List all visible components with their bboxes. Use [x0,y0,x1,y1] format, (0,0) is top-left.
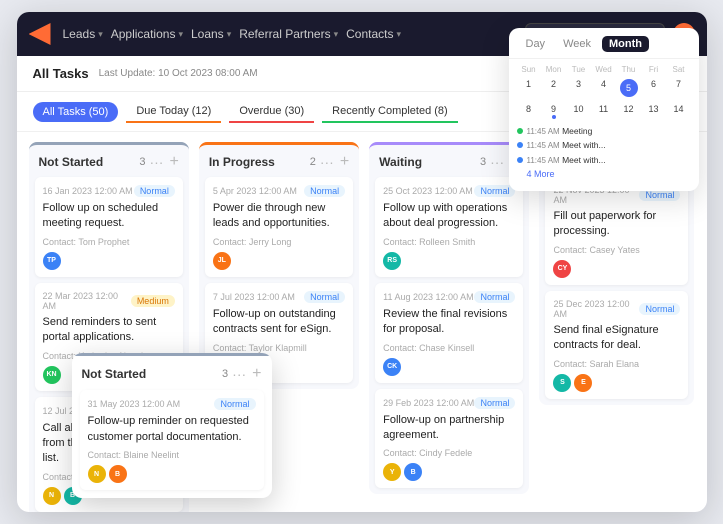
avatar: RS [383,252,401,270]
col-menu-icon[interactable]: ··· [232,366,246,382]
task-card: 25 Dec 2023 12:00 AMNormal Send final eS… [545,291,688,399]
event-dot [517,142,523,148]
avatar: N [43,487,61,505]
calendar-popup: Day Week Month Sun Mon Tue Wed Thu Fri S… [509,28,699,191]
tab-overdue[interactable]: Overdue (30) [229,101,314,123]
event-dot [517,157,523,163]
avatar: N [88,465,106,483]
tab-day[interactable]: Day [519,36,553,52]
cal-cell[interactable]: 12 [617,101,641,122]
chevron-down-icon: ▾ [227,29,232,40]
cal-cell[interactable]: 7 [667,76,691,100]
tab-due-today[interactable]: Due Today (12) [126,101,221,123]
calendar-grid: 1 2 3 4 5 6 7 8 9 10 11 12 13 14 [509,76,699,122]
task-card: 31 May 2023 12:00 AMNormal Follow-up rem… [80,390,264,490]
nav-contacts[interactable]: Contacts ▾ [346,27,401,41]
tab-week[interactable]: Week [556,36,598,52]
cal-cell[interactable]: 1 [517,76,541,100]
avatar: B [404,463,422,481]
calendar-day-labels: Sun Mon Tue Wed Thu Fri Sat [509,59,699,76]
chevron-down-icon: ▾ [334,29,339,40]
cal-event: 11:45 AM Meet with... [517,155,691,166]
day-label: Thu [617,65,641,74]
task-card: 29 Feb 2023 12:00 AMNormal Follow-up on … [375,389,523,489]
avatar: S [553,374,571,392]
col-menu-icon[interactable]: ··· [320,154,334,170]
avatar: E [574,374,592,392]
floating-not-started-card: Not Started 3 ··· + 31 May 2023 12:00 AM… [72,353,272,498]
col-header-not-started: Not Started 3 ··· + [29,145,189,177]
day-label: Wed [592,65,616,74]
cal-cell[interactable]: 5 [617,76,641,100]
page-title: All Tasks [33,66,89,81]
cal-event: 11:45 AM Meet with... [517,140,691,151]
more-events-link[interactable]: 4 More [517,169,691,179]
avatar: Y [383,463,401,481]
cal-cell[interactable]: 9 [542,101,566,122]
app-window: Leads ▾ Applications ▾ Loans ▾ Referral … [17,12,707,512]
chevron-down-icon: ▾ [178,29,183,40]
tab-month[interactable]: Month [602,36,649,52]
col-cards-waiting: 25 Oct 2023 12:00 AMNormal Follow up wit… [369,177,529,488]
day-label: Sat [667,65,691,74]
avatar: CK [383,358,401,376]
col-add-icon[interactable]: + [169,153,178,171]
cal-event: 11:45 AM Meeting [517,126,691,137]
avatar: B [109,465,127,483]
cal-cell[interactable]: 3 [567,76,591,100]
day-label: Mon [542,65,566,74]
cal-cell[interactable]: 6 [642,76,666,100]
chevron-down-icon: ▾ [98,29,103,40]
col-cards-in-progress: 5 Apr 2023 12:00 AMNormal Power die thro… [199,177,359,383]
col-header-in-progress: In Progress 2 ··· + [199,145,359,177]
task-card: 11 Aug 2023 12:00 AMNormal Review the fi… [375,283,523,383]
calendar-events: 11:45 AM Meeting 11:45 AM Meet with... 1… [509,122,699,183]
task-card: 22 Nov 2023 12:00 AMNormal Fill out pape… [545,177,688,285]
task-card: 16 Jan 2023 12:00 AMNormal Follow up on … [35,177,183,277]
col-cards-on-hold: 22 Nov 2023 12:00 AMNormal Fill out pape… [539,177,694,399]
col-menu-icon[interactable]: ··· [490,154,504,170]
nav-applications[interactable]: Applications ▾ [111,27,183,41]
last-update: Last Update: 10 Oct 2023 08:00 AM [99,68,258,79]
col-add-icon[interactable]: + [252,365,261,383]
day-label: Tue [567,65,591,74]
chevron-down-icon: ▾ [396,29,401,40]
tab-recently-completed[interactable]: Recently Completed (8) [322,101,458,123]
avatar: JL [213,252,231,270]
nav-referral-partners[interactable]: Referral Partners ▾ [239,27,338,41]
event-dot [517,128,523,134]
col-menu-icon[interactable]: ··· [149,154,163,170]
cal-cell[interactable]: 8 [517,101,541,122]
app-logo[interactable] [29,23,51,45]
avatar: CY [553,260,571,278]
col-header-waiting: Waiting 3 ··· + [369,145,529,177]
column-in-progress: In Progress 2 ··· + 5 Apr 2023 12:00 AMN… [199,142,359,389]
avatar: TP [43,252,61,270]
day-label: Sun [517,65,541,74]
tab-all-tasks[interactable]: All Tasks (50) [33,102,119,122]
calendar-tabs: Day Week Month [509,28,699,59]
cal-cell[interactable]: 2 [542,76,566,100]
cal-cell[interactable]: 14 [667,101,691,122]
floating-col-header: Not Started 3 ··· + [72,353,272,390]
nav-loans[interactable]: Loans ▾ [191,27,231,41]
cal-cell[interactable]: 13 [642,101,666,122]
column-waiting: Waiting 3 ··· + 25 Oct 2023 12:00 AMNorm… [369,142,529,494]
cal-cell[interactable]: 4 [592,76,616,100]
cal-cell[interactable]: 11 [592,101,616,122]
col-add-icon[interactable]: + [340,153,349,171]
day-label: Fri [642,65,666,74]
nav-leads[interactable]: Leads ▾ [63,27,103,41]
task-card: 5 Apr 2023 12:00 AMNormal Power die thro… [205,177,353,277]
avatar: KN [43,366,61,384]
cal-cell[interactable]: 10 [567,101,591,122]
task-card: 25 Oct 2023 12:00 AMNormal Follow up wit… [375,177,523,277]
